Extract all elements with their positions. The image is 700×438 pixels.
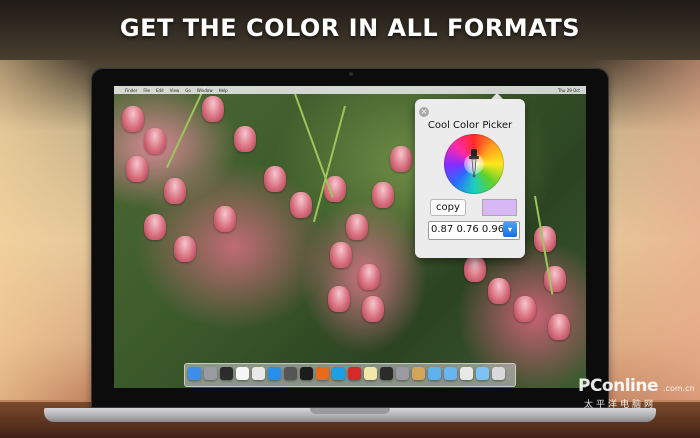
- app-icon[interactable]: [284, 367, 297, 380]
- copy-button[interactable]: copy: [430, 199, 466, 216]
- chevron-down-icon[interactable]: ▾: [503, 222, 517, 237]
- flower-bell: [358, 264, 380, 290]
- color-swatch: [482, 199, 517, 216]
- flower-bell: [390, 146, 412, 172]
- flower-bell: [464, 256, 486, 282]
- popover-title: Cool Color Picker: [427, 120, 513, 131]
- dashboard-icon[interactable]: [220, 367, 233, 380]
- finder-icon[interactable]: [188, 367, 201, 380]
- automator-icon[interactable]: [396, 367, 409, 380]
- terminal-icon[interactable]: [300, 367, 313, 380]
- flower-bell: [514, 296, 536, 322]
- skype-icon[interactable]: [332, 367, 345, 380]
- flower-bell: [330, 242, 352, 268]
- flower-bell: [144, 128, 166, 154]
- menu-bar: Finder File Edit View Go Window Help: [114, 86, 586, 94]
- flower-bell: [488, 278, 510, 304]
- photos-icon[interactable]: [412, 367, 425, 380]
- firefox-icon[interactable]: [316, 367, 329, 380]
- menu-item-finder[interactable]: Finder: [125, 88, 137, 93]
- flower-bell: [346, 214, 368, 240]
- flower-bell: [264, 166, 286, 192]
- flower-bell: [202, 96, 224, 122]
- menu-item-edit[interactable]: Edit: [156, 88, 164, 93]
- menu-item-window[interactable]: Window: [197, 88, 213, 93]
- flower-bell: [328, 286, 350, 312]
- flower-bell: [362, 296, 384, 322]
- notes-icon[interactable]: [364, 367, 377, 380]
- trash-icon[interactable]: [492, 367, 505, 380]
- flower-bell: [234, 126, 256, 152]
- camera-icon: [349, 72, 353, 76]
- flower-bell: [164, 178, 186, 204]
- flower-bell: [548, 314, 570, 340]
- watermark-chinese: 太平洋电脑网: [584, 400, 657, 410]
- headline: GET THE COLOR IN ALL FORMATS: [119, 14, 581, 42]
- close-icon[interactable]: ×: [419, 107, 429, 117]
- mail-icon[interactable]: [460, 367, 473, 380]
- laptop-notch: [310, 408, 390, 414]
- safari-icon[interactable]: [268, 367, 281, 380]
- watermark-brand: PConline: [578, 376, 659, 396]
- flower-bell: [122, 106, 144, 132]
- menu-item-file[interactable]: File: [143, 88, 150, 93]
- color-value-text: 0.87 0.76 0.96: [431, 224, 505, 235]
- background-glow-left: [0, 60, 90, 400]
- clock-icon[interactable]: [252, 367, 265, 380]
- menu-item-help[interactable]: Help: [219, 88, 228, 93]
- preview-icon[interactable]: [380, 367, 393, 380]
- menu-clock[interactable]: Thu 29 Oct: [558, 88, 580, 93]
- folder-icon[interactable]: [428, 367, 441, 380]
- menu-item-go[interactable]: Go: [185, 88, 191, 93]
- eyedropper-icon[interactable]: [456, 147, 490, 181]
- watermark-suffix: .com.cn: [663, 384, 695, 393]
- launchpad-icon[interactable]: [204, 367, 217, 380]
- flower-bell: [174, 236, 196, 262]
- opera-icon[interactable]: [348, 367, 361, 380]
- itunes-icon[interactable]: [236, 367, 249, 380]
- folder-icon[interactable]: [444, 367, 457, 380]
- downloads-icon[interactable]: [476, 367, 489, 380]
- menu-item-view[interactable]: View: [170, 88, 180, 93]
- menu-bar-status: Thu 29 Oct: [553, 86, 580, 94]
- flower-bell: [144, 214, 166, 240]
- flower-bell: [372, 182, 394, 208]
- flower-bell: [214, 206, 236, 232]
- flower-bell: [290, 192, 312, 218]
- flower-bell: [126, 156, 148, 182]
